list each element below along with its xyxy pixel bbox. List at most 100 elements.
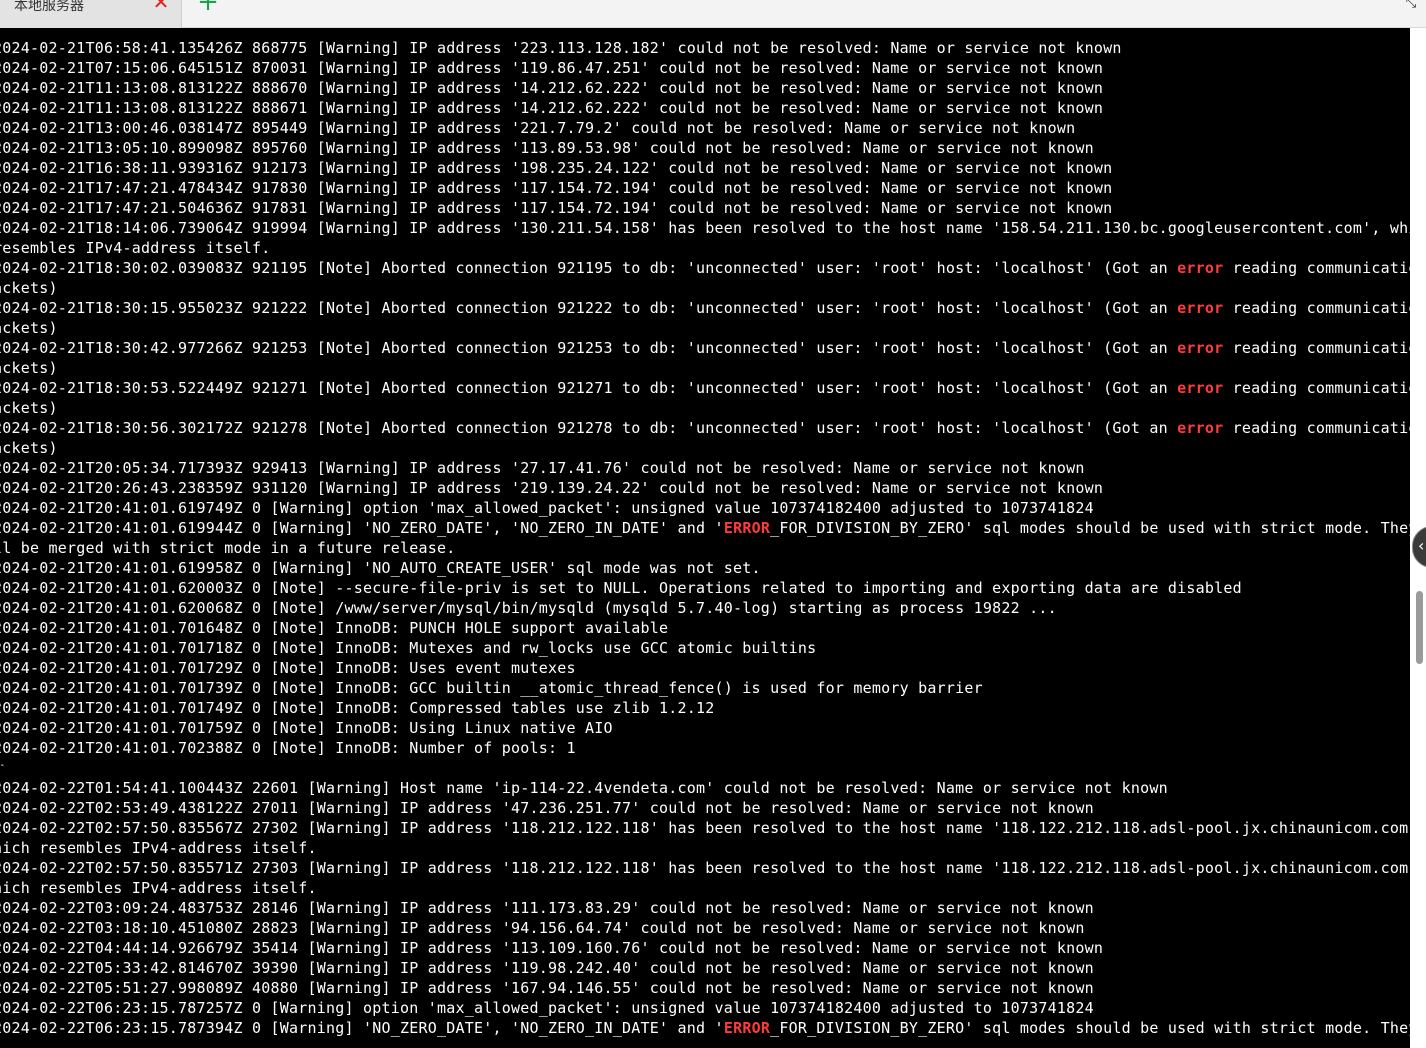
log-text: resembles IPv4-address itself. xyxy=(0,239,271,257)
log-line: 2024-02-22T02:53:49.438122Z 27011 [Warni… xyxy=(0,798,1410,818)
log-line: 2024-02-21T20:41:01.620003Z 0 [Note] --s… xyxy=(0,578,1410,598)
error-highlight: error xyxy=(1177,339,1224,357)
log-text: 2024-02-22T03:09:24.483753Z 28146 [Warni… xyxy=(0,899,1094,917)
log-text: 2024-02-22T02:57:50.835567Z 27302 [Warni… xyxy=(0,819,1410,837)
log-line: ackets) xyxy=(0,398,1410,418)
log-line: 2024-02-21T18:30:56.302172Z 921278 [Note… xyxy=(0,418,1410,438)
log-line: 2024-02-22T05:33:42.814670Z 39390 [Warni… xyxy=(0,958,1410,978)
log-line: 2024-02-21T18:30:15.955023Z 921222 [Note… xyxy=(0,298,1410,318)
log-text: 2024-02-21T20:41:01.702388Z 0 [Note] Inn… xyxy=(0,739,576,757)
log-line: 2024-02-22T01:54:41.100443Z 22601 [Warni… xyxy=(0,778,1410,798)
log-line: 2024-02-21T17:47:21.504636Z 917831 [Warn… xyxy=(0,198,1410,218)
log-text: 2024-02-22T04:44:14.926679Z 35414 [Warni… xyxy=(0,939,1104,957)
log-text: 2024-02-21T18:30:02.039083Z 921195 [Note… xyxy=(0,259,1178,277)
chevron-left-icon: ‹ xyxy=(1418,536,1425,555)
log-text: 2024-02-21T20:41:01.701648Z 0 [Note] Inn… xyxy=(0,619,669,637)
log-line: 2024-02-21T20:41:01.701648Z 0 [Note] Inn… xyxy=(0,618,1410,638)
log-text: hich resembles IPv4-address itself. xyxy=(0,839,317,857)
log-text: 2024-02-22T02:57:50.835571Z 27303 [Warni… xyxy=(0,859,1410,877)
log-line: 2024-02-21T20:41:01.619749Z 0 [Warning] … xyxy=(0,498,1410,518)
log-text: 2024-02-21T18:30:15.955023Z 921222 [Note… xyxy=(0,299,1178,317)
log-text: 2024-02-22T01:54:41.100443Z 22601 [Warni… xyxy=(0,779,1168,797)
log-line: 2024-02-22T03:18:10.451080Z 28823 [Warni… xyxy=(0,918,1410,938)
log-line: 2024-02-22T06:23:15.787394Z 0 [Warning] … xyxy=(0,1018,1410,1038)
log-line: 2024-02-21T07:15:06.645151Z 870031 [Warn… xyxy=(0,58,1410,78)
log-text: 2024-02-21T18:30:53.522449Z 921271 [Note… xyxy=(0,379,1178,397)
log-text: 2024-02-21T20:05:34.717393Z 929413 [Warn… xyxy=(0,459,1085,477)
error-highlight: error xyxy=(1177,299,1224,317)
log-text: ll be merged with strict mode in a futur… xyxy=(0,539,456,557)
log-text: -- xyxy=(0,760,5,771)
tab-bar: 本地服务器 ✕ + ⤡ xyxy=(0,0,1426,28)
log-text: 2024-02-21T20:41:01.701729Z 0 [Note] Inn… xyxy=(0,659,576,677)
log-text: ackets) xyxy=(0,319,58,337)
log-line: 2024-02-22T03:09:24.483753Z 28146 [Warni… xyxy=(0,898,1410,918)
log-text: 2024-02-22T06:23:15.787394Z 0 [Warning] … xyxy=(0,1019,724,1037)
log-text: 2024-02-21T17:47:21.478434Z 917830 [Warn… xyxy=(0,179,1113,197)
log-text: 2024-02-22T05:51:27.998089Z 40880 [Warni… xyxy=(0,979,1094,997)
log-text: 2024-02-21T13:05:10.899098Z 895760 [Warn… xyxy=(0,139,1094,157)
log-line: ackets) xyxy=(0,278,1410,298)
log-text: reading communication p xyxy=(1232,419,1410,437)
log-text: 2024-02-21T20:41:01.701759Z 0 [Note] Inn… xyxy=(0,719,613,737)
log-text: 2024-02-21T17:47:21.504636Z 917831 [Warn… xyxy=(0,199,1113,217)
add-tab-icon[interactable]: + xyxy=(196,0,220,15)
error-highlight: ERROR xyxy=(723,1019,771,1037)
log-line: 2024-02-21T20:41:01.701729Z 0 [Note] Inn… xyxy=(0,658,1410,678)
log-text: 2024-02-21T20:41:01.619749Z 0 [Warning] … xyxy=(0,499,1094,517)
log-text: 2024-02-21T20:26:43.238359Z 931120 [Warn… xyxy=(0,479,1104,497)
log-line: 2024-02-22T06:23:15.787257Z 0 [Warning] … xyxy=(0,998,1410,1018)
log-text: 2024-02-21T20:41:01.701739Z 0 [Note] Inn… xyxy=(0,679,983,697)
log-line: 2024-02-21T16:38:11.939316Z 912173 [Warn… xyxy=(0,158,1410,178)
terminal-output[interactable]: 2024-02-21T06:58:41.135426Z 868775 [Warn… xyxy=(0,38,1410,1048)
log-text: hich resembles IPv4-address itself. xyxy=(0,879,317,897)
log-text: 2024-02-21T06:58:41.135426Z 868775 [Warn… xyxy=(0,39,1122,57)
error-highlight: ERROR xyxy=(723,519,771,537)
log-line: 2024-02-21T20:41:01.620068Z 0 [Note] /ww… xyxy=(0,598,1410,618)
log-text: ackets) xyxy=(0,359,58,377)
log-text: reading communication p xyxy=(1232,259,1410,277)
log-line: 2024-02-21T20:41:01.701718Z 0 [Note] Inn… xyxy=(0,638,1410,658)
log-line: 2024-02-21T20:41:01.701739Z 0 [Note] Inn… xyxy=(0,678,1410,698)
log-text: 2024-02-21T20:41:01.619944Z 0 [Warning] … xyxy=(0,519,724,537)
log-line: -- xyxy=(0,758,1410,778)
log-line: 2024-02-21T18:30:02.039083Z 921195 [Note… xyxy=(0,258,1410,278)
log-text: 2024-02-21T20:41:01.620003Z 0 [Note] --s… xyxy=(0,579,1242,597)
log-line: hich resembles IPv4-address itself. xyxy=(0,878,1410,898)
log-line: 2024-02-21T18:30:53.522449Z 921271 [Note… xyxy=(0,378,1410,398)
log-text: _FOR_DIVISION_BY_ZERO' sql modes should … xyxy=(770,1019,1410,1037)
log-line: 2024-02-21T20:41:01.619944Z 0 [Warning] … xyxy=(0,518,1410,538)
log-text: 2024-02-21T18:30:56.302172Z 921278 [Note… xyxy=(0,419,1178,437)
error-highlight: error xyxy=(1177,259,1224,277)
log-line: 2024-02-21T06:58:41.135426Z 868775 [Warn… xyxy=(0,38,1410,58)
log-line: 2024-02-21T20:41:01.701749Z 0 [Note] Inn… xyxy=(0,698,1410,718)
log-text: reading communication p xyxy=(1232,379,1410,397)
log-line: ackets) xyxy=(0,358,1410,378)
log-text: 2024-02-21T20:41:01.619958Z 0 [Warning] … xyxy=(0,559,761,577)
log-text: ackets) xyxy=(0,439,58,457)
resize-window-icon[interactable]: ⤡ xyxy=(1398,0,1424,16)
log-line: 2024-02-21T18:14:06.739064Z 919994 [Warn… xyxy=(0,218,1410,238)
log-text: ackets) xyxy=(0,279,58,297)
log-line: 2024-02-21T18:30:42.977266Z 921253 [Note… xyxy=(0,338,1410,358)
log-line: 2024-02-22T04:44:14.926679Z 35414 [Warni… xyxy=(0,938,1410,958)
log-text: ackets) xyxy=(0,399,58,417)
log-line: resembles IPv4-address itself. xyxy=(0,238,1410,258)
log-line: 2024-02-22T02:57:50.835567Z 27302 [Warni… xyxy=(0,818,1410,838)
log-line: 2024-02-21T13:05:10.899098Z 895760 [Warn… xyxy=(0,138,1410,158)
log-text: 2024-02-21T13:00:46.038147Z 895449 [Warn… xyxy=(0,119,1076,137)
log-view: 2024-02-21T06:58:41.135426Z 868775 [Warn… xyxy=(0,38,1410,1038)
log-line: 2024-02-21T20:05:34.717393Z 929413 [Warn… xyxy=(0,458,1410,478)
log-line: 2024-02-22T02:57:50.835571Z 27303 [Warni… xyxy=(0,858,1410,878)
tab-local-server[interactable]: 本地服务器 ✕ xyxy=(0,0,182,28)
log-line: 2024-02-21T20:26:43.238359Z 931120 [Warn… xyxy=(0,478,1410,498)
log-line: 2024-02-22T05:51:27.998089Z 40880 [Warni… xyxy=(0,978,1410,998)
close-icon[interactable]: ✕ xyxy=(150,0,172,13)
log-text: 2024-02-22T03:18:10.451080Z 28823 [Warni… xyxy=(0,919,1085,937)
log-text: 2024-02-21T18:30:42.977266Z 921253 [Note… xyxy=(0,339,1178,357)
scrollbar-thumb[interactable] xyxy=(1416,591,1423,664)
log-text: 2024-02-21T11:13:08.813122Z 888670 [Warn… xyxy=(0,79,1104,97)
log-text: 2024-02-21T16:38:11.939316Z 912173 [Warn… xyxy=(0,159,1113,177)
log-text: reading communication p xyxy=(1232,339,1410,357)
log-text: 2024-02-21T20:41:01.701749Z 0 [Note] Inn… xyxy=(0,699,715,717)
